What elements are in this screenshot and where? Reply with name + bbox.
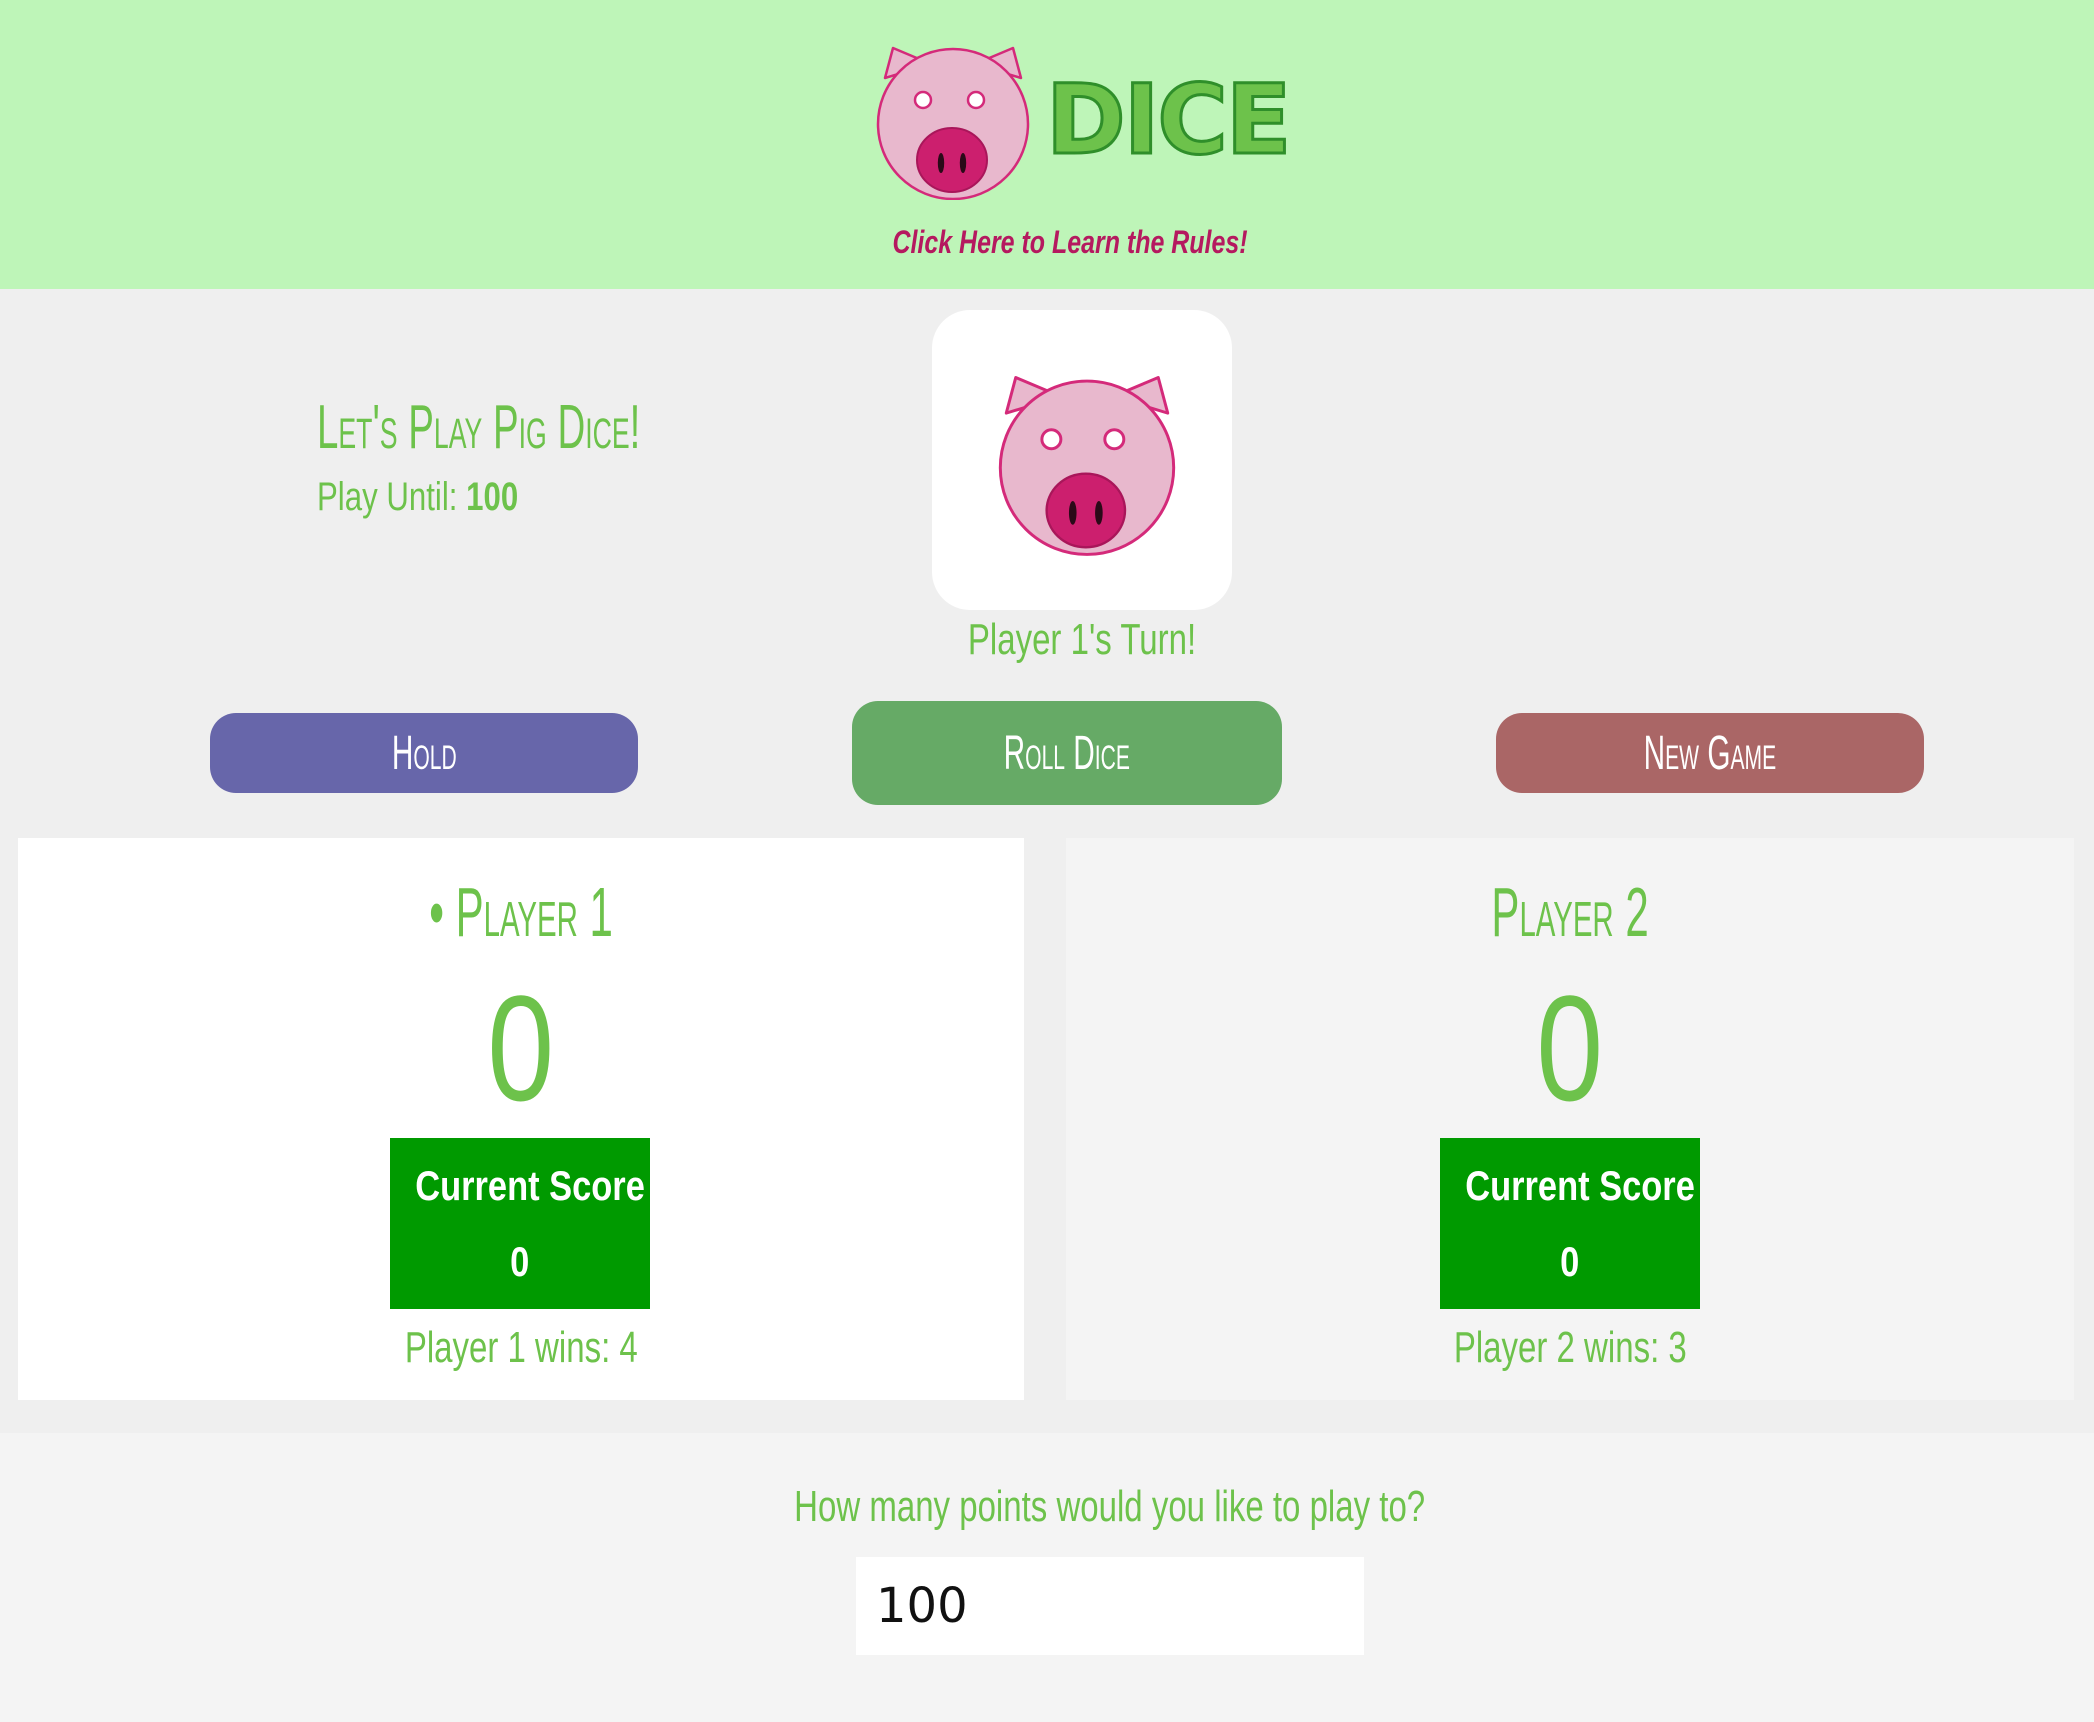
player-1-panel: • Player 1 0 Current Score 0 Player 1 wi…	[18, 838, 1024, 1400]
dice-card	[932, 310, 1232, 610]
play-until: Play Until: 100	[317, 475, 518, 520]
current-score-label: Current Score	[1465, 1162, 1695, 1209]
game-title: Let's Play Pig Dice!	[317, 393, 641, 462]
settings-footer: How many points would you like to play t…	[0, 1433, 2094, 1722]
points-input[interactable]	[856, 1557, 1364, 1655]
player-2-current-score-box: Current Score 0	[1440, 1138, 1700, 1309]
current-score-value: 0	[510, 1238, 530, 1285]
new-game-button[interactable]: New Game	[1496, 713, 1924, 793]
hold-button-label: Hold	[391, 726, 457, 780]
roll-dice-button-label: Roll Dice	[1003, 726, 1131, 780]
pig-logo-icon	[876, 46, 1030, 200]
new-game-button-label: New Game	[1643, 726, 1777, 780]
player-1-wins: Player 1 wins: 4	[404, 1323, 638, 1372]
player-2-panel: Player 2 0 Current Score 0 Player 2 wins…	[1066, 838, 2074, 1400]
player-2-name: Player 2	[1491, 873, 1649, 951]
roll-dice-button[interactable]: Roll Dice	[852, 701, 1282, 805]
logo: DICE	[873, 40, 1293, 205]
current-score-label: Current Score	[415, 1162, 645, 1209]
turn-indicator: Player 1's Turn!	[967, 615, 1197, 664]
rules-link[interactable]: Click Here to Learn the Rules!	[235, 224, 1904, 261]
points-question: How many points would you like to play t…	[794, 1482, 1426, 1531]
player-1-name: • Player 1	[429, 873, 613, 951]
player-2-wins: Player 2 wins: 3	[1453, 1323, 1687, 1372]
player-1-total-score: 0	[487, 964, 555, 1132]
play-until-label: Play Until:	[317, 475, 458, 519]
logo-text: DICE	[1044, 64, 1292, 176]
play-until-value: 100	[466, 475, 519, 519]
hold-button[interactable]: Hold	[210, 713, 638, 793]
current-score-value: 0	[1560, 1238, 1580, 1285]
player-2-total-score: 0	[1536, 964, 1604, 1132]
header: DICE Click Here to Learn the Rules!	[0, 0, 2094, 289]
pig-face-icon	[998, 376, 1176, 556]
player-1-current-score-box: Current Score 0	[390, 1138, 650, 1309]
